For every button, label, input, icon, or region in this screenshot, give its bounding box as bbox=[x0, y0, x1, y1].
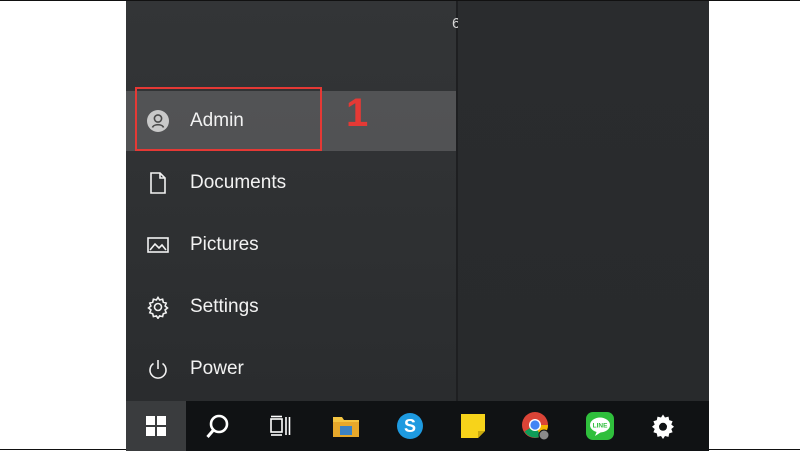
settings-button[interactable] bbox=[633, 401, 693, 451]
menu-item-documents[interactable]: Documents bbox=[126, 153, 456, 213]
power-icon bbox=[146, 357, 170, 381]
start-menu: Admin Documents Pictures Settings Power … bbox=[126, 1, 709, 401]
menu-item-label: Pictures bbox=[190, 234, 259, 255]
tiles-area bbox=[458, 1, 709, 401]
line-icon: LINE bbox=[586, 412, 614, 440]
search-icon bbox=[206, 414, 229, 438]
svg-text:LINE: LINE bbox=[593, 423, 608, 430]
screenshot: Admin Documents Pictures Settings Power … bbox=[0, 0, 800, 451]
settings-gear-icon bbox=[652, 414, 674, 439]
menu-item-label: Documents bbox=[190, 172, 287, 193]
windows-logo-icon bbox=[146, 416, 166, 436]
menu-item-label: Power bbox=[190, 358, 244, 379]
user-avatar-icon bbox=[146, 109, 170, 133]
taskbar: S LINE bbox=[126, 401, 709, 451]
start-button[interactable] bbox=[126, 401, 186, 451]
file-explorer-button[interactable] bbox=[316, 401, 376, 451]
line-button[interactable]: LINE bbox=[570, 401, 630, 451]
menu-item-pictures[interactable]: Pictures bbox=[126, 215, 456, 275]
sticky-notes-button[interactable] bbox=[443, 401, 503, 451]
sticky-notes-icon bbox=[461, 414, 485, 438]
gear-icon bbox=[146, 295, 170, 319]
svg-text:S: S bbox=[404, 416, 416, 436]
task-view-button[interactable] bbox=[250, 401, 310, 451]
menu-item-admin[interactable]: Admin bbox=[126, 91, 456, 151]
search-button[interactable] bbox=[188, 401, 248, 451]
menu-item-label: Settings bbox=[190, 296, 259, 317]
skype-icon: S bbox=[397, 413, 423, 439]
picture-icon bbox=[146, 233, 170, 257]
chrome-icon bbox=[522, 412, 550, 441]
chrome-button[interactable] bbox=[506, 401, 566, 451]
start-menu-left-column: Admin Documents Pictures Settings Power bbox=[126, 1, 456, 401]
menu-item-power[interactable]: Power bbox=[126, 339, 456, 399]
task-view-icon bbox=[270, 415, 291, 436]
skype-button[interactable]: S bbox=[380, 401, 440, 451]
menu-item-settings[interactable]: Settings bbox=[126, 277, 456, 337]
step-number-label: 1 bbox=[346, 91, 369, 135]
document-icon bbox=[146, 171, 170, 195]
menu-item-label: Admin bbox=[190, 110, 244, 131]
folder-icon bbox=[333, 417, 359, 437]
